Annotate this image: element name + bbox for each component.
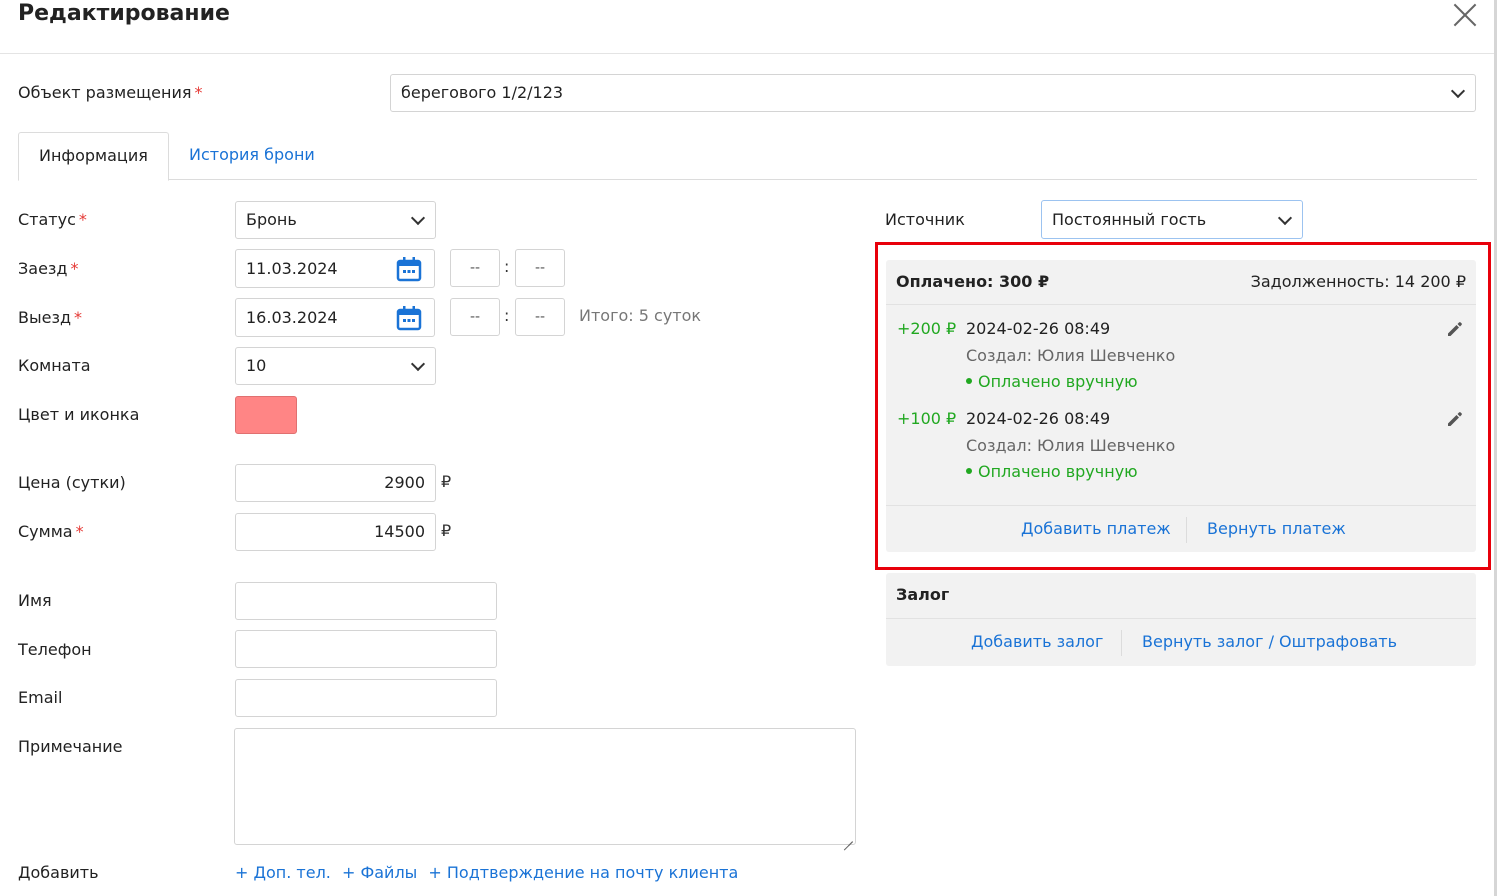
divider: [1121, 630, 1122, 656]
calendar-icon[interactable]: [384, 249, 435, 288]
calendar-icon[interactable]: [384, 298, 435, 337]
deposit-title: Залог: [896, 585, 950, 604]
status-label: Статус *: [18, 210, 87, 229]
time-separator: :: [504, 257, 510, 276]
add-label: Добавить: [18, 863, 99, 882]
status-select[interactable]: Бронь: [235, 201, 436, 239]
status-select-value: Бронь: [246, 210, 297, 229]
object-label: Объект размещения *: [18, 83, 203, 102]
phone-label: Телефон: [18, 640, 92, 659]
tab-booking-history[interactable]: История брони: [169, 132, 335, 181]
source-select[interactable]: Постоянный гость: [1041, 200, 1303, 239]
deposit-footer: Добавить залог Вернуть залог / Оштрафова…: [886, 619, 1476, 666]
room-select[interactable]: 10: [235, 347, 436, 385]
color-icon-label: Цвет и иконка: [18, 405, 140, 424]
tab-bar: Информация История брони: [18, 132, 1477, 181]
checkout-label: Выезд *: [18, 308, 83, 327]
source-label: Источник: [885, 210, 965, 229]
checkout-minute-input[interactable]: --: [515, 298, 565, 336]
currency-sign: ₽: [441, 472, 452, 491]
required-mark: *: [194, 83, 203, 102]
add-email-confirmation-link[interactable]: + Подтверждение на почту клиента: [428, 863, 738, 882]
chevron-down-icon: [1278, 213, 1292, 227]
chevron-down-icon: [1451, 86, 1465, 100]
refund-deposit-link[interactable]: Вернуть залог / Оштрафовать: [1142, 631, 1397, 653]
add-extra-phone-link[interactable]: + Доп. тел.: [235, 863, 331, 882]
checkin-label: Заезд *: [18, 259, 79, 278]
chevron-down-icon: [411, 359, 425, 373]
room-select-value: 10: [246, 356, 267, 375]
resize-grip-icon[interactable]: [843, 832, 853, 842]
deposit-panel: Залог Добавить залог Вернуть залог / Ошт…: [886, 573, 1476, 666]
room-label: Комната: [18, 356, 91, 375]
time-separator: :: [504, 306, 510, 325]
object-select[interactable]: берегового 1/2/123: [390, 74, 1476, 112]
color-swatch[interactable]: [235, 396, 297, 434]
checkin-minute-input[interactable]: --: [515, 249, 565, 287]
email-label: Email: [18, 688, 63, 707]
name-input[interactable]: [235, 582, 497, 620]
add-files-link[interactable]: + Файлы: [342, 863, 417, 882]
close-icon[interactable]: [1452, 2, 1478, 28]
edit-booking-dialog: Редактирование Объект размещения * берего…: [0, 0, 1497, 896]
add-deposit-link[interactable]: Добавить залог: [971, 631, 1103, 653]
sum-input[interactable]: 14500: [235, 513, 436, 551]
source-select-value: Постоянный гость: [1052, 209, 1207, 229]
note-textarea[interactable]: [234, 728, 856, 845]
note-label: Примечание: [18, 737, 123, 756]
deposit-header: Залог: [886, 573, 1476, 619]
phone-input[interactable]: [235, 630, 497, 668]
add-links: + Доп. тел. + Файлы + Подтверждение на п…: [235, 862, 744, 884]
checkin-date-input[interactable]: 11.03.2024: [235, 249, 385, 288]
email-input[interactable]: [235, 679, 497, 717]
checkout-hour-input[interactable]: --: [450, 298, 500, 336]
tab-information[interactable]: Информация: [18, 132, 169, 181]
currency-sign: ₽: [441, 521, 452, 540]
checkout-date-input[interactable]: 16.03.2024: [235, 298, 385, 337]
price-label: Цена (сутки): [18, 473, 126, 492]
chevron-down-icon: [411, 213, 425, 227]
checkin-hour-input[interactable]: --: [450, 249, 500, 287]
scrollbar-edge: [1494, 0, 1497, 896]
price-input[interactable]: 2900: [235, 464, 436, 502]
dialog-title: Редактирование: [18, 1, 230, 26]
highlight-frame: [875, 242, 1491, 570]
name-label: Имя: [18, 591, 52, 610]
total-nights-text: Итого: 5 суток: [579, 306, 702, 325]
dialog-header: Редактирование: [0, 0, 1497, 54]
sum-label: Сумма *: [18, 522, 84, 541]
object-select-value: берегового 1/2/123: [401, 83, 564, 102]
